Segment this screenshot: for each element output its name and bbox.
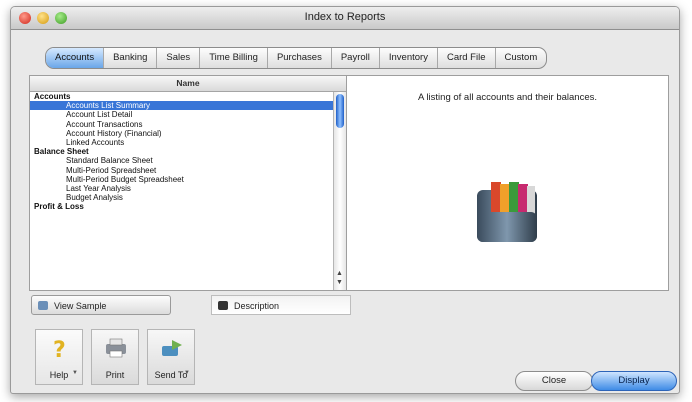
- description-icon: [218, 301, 228, 310]
- view-sample-label: View Sample: [54, 301, 107, 311]
- list-category[interactable]: Balance Sheet: [30, 147, 334, 156]
- list-item[interactable]: Last Year Analysis: [30, 184, 334, 193]
- bottom-toolbar: ? Help ▼ Print Send To ▼: [35, 329, 203, 385]
- tab-sales[interactable]: Sales: [157, 48, 201, 68]
- view-sample-icon: [38, 301, 48, 310]
- scrollbar-thumb[interactable]: [336, 94, 344, 128]
- list-item[interactable]: Budget Analysis: [30, 193, 334, 202]
- close-button[interactable]: Close: [515, 371, 593, 391]
- report-detail-pane: A listing of all accounts and their bala…: [347, 76, 668, 290]
- report-category-tabs: Accounts Banking Sales Time Billing Purc…: [45, 47, 548, 69]
- list-category[interactable]: Profit & Loss: [30, 202, 334, 211]
- window-title: Index to Reports: [304, 11, 386, 23]
- view-sample-button[interactable]: View Sample: [31, 295, 171, 315]
- send-to-button[interactable]: Send To ▼: [147, 329, 195, 385]
- description-button[interactable]: Description: [211, 295, 351, 315]
- list-item[interactable]: Linked Accounts: [30, 138, 334, 147]
- report-book-icon: [477, 182, 537, 242]
- list-column-header[interactable]: Name: [30, 76, 346, 92]
- list-category[interactable]: Accounts: [30, 92, 334, 101]
- report-rows: Accounts Accounts List Summary Account L…: [30, 92, 334, 290]
- description-label: Description: [234, 301, 280, 311]
- scroll-down-arrow-icon[interactable]: ▼: [336, 279, 343, 287]
- report-panel: Name Accounts Accounts List Summary Acco…: [29, 75, 669, 291]
- send-to-menu-caret-icon: ▼: [184, 370, 190, 376]
- print-button[interactable]: Print: [91, 329, 139, 385]
- list-item[interactable]: Account List Detail: [30, 110, 334, 119]
- title-bar: Index to Reports: [11, 7, 679, 30]
- tab-card-file[interactable]: Card File: [438, 48, 496, 68]
- list-item[interactable]: Account Transactions: [30, 120, 334, 129]
- tab-banking[interactable]: Banking: [104, 48, 158, 68]
- svg-text:?: ?: [53, 338, 66, 360]
- report-description: A listing of all accounts and their bala…: [417, 92, 598, 103]
- help-question-icon: ?: [53, 338, 66, 360]
- tab-purchases[interactable]: Purchases: [268, 48, 332, 68]
- tab-accounts[interactable]: Accounts: [46, 48, 105, 68]
- list-item[interactable]: Standard Balance Sheet: [30, 156, 334, 165]
- report-list: Name Accounts Accounts List Summary Acco…: [30, 76, 347, 290]
- help-button[interactable]: ? Help ▼: [35, 329, 83, 385]
- list-item[interactable]: Accounts List Summary: [30, 101, 334, 111]
- tab-payroll[interactable]: Payroll: [332, 48, 380, 68]
- list-item[interactable]: Account History (Financial): [30, 129, 334, 138]
- tab-custom[interactable]: Custom: [496, 48, 547, 68]
- send-to-icon: [162, 340, 182, 356]
- list-item[interactable]: Multi-Period Spreadsheet: [30, 166, 334, 175]
- tab-time-billing[interactable]: Time Billing: [200, 48, 268, 68]
- report-index-window: Index to Reports Accounts Banking Sales …: [10, 6, 680, 394]
- tab-inventory[interactable]: Inventory: [380, 48, 438, 68]
- list-scrollbar[interactable]: ▲ ▼: [333, 92, 346, 290]
- print-label: Print: [105, 370, 125, 380]
- display-button[interactable]: Display: [591, 371, 677, 391]
- printer-icon: [106, 338, 126, 358]
- help-menu-caret-icon: ▼: [72, 370, 78, 376]
- list-item[interactable]: Multi-Period Budget Spreadsheet: [30, 175, 334, 184]
- scroll-up-arrow-icon[interactable]: ▲: [336, 270, 343, 278]
